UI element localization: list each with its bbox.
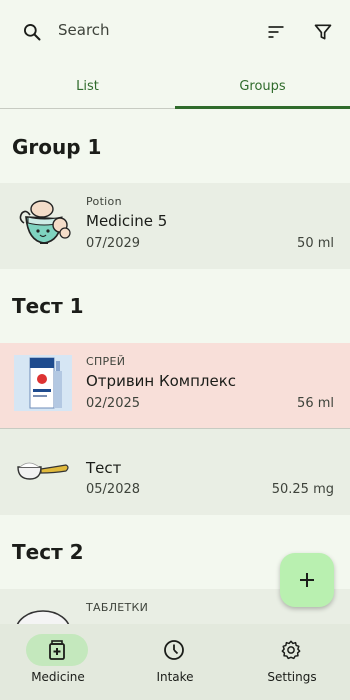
filter-button[interactable]	[303, 12, 343, 52]
group-title: Group 1	[12, 135, 102, 159]
tab-groups[interactable]: Groups	[175, 64, 350, 108]
nav-label: Intake	[156, 670, 194, 684]
potion-image	[19, 200, 71, 244]
nav-label: Settings	[267, 670, 317, 684]
tablet-image	[16, 610, 70, 625]
nav-icon-holder	[143, 634, 205, 666]
medicine-expiry: 07/2029	[86, 236, 141, 251]
medicine-card-expired[interactable]: СПРЕЙ Отривин Комплекс 02/2025 56 ml	[0, 343, 350, 429]
medicine-form: СПРЕЙ	[86, 355, 126, 368]
medicine-amount: 56 ml	[297, 396, 334, 411]
search-icon	[24, 24, 41, 41]
medicine-expiry: 02/2025	[86, 396, 141, 411]
nav-item-intake[interactable]: Intake	[117, 624, 233, 700]
medicine-form: ТАБЛЕТКИ	[86, 601, 149, 614]
top-app-bar: Search	[0, 0, 350, 64]
tab-list[interactable]: List	[0, 64, 175, 108]
group-title: Тест 1	[12, 294, 84, 318]
nav-item-medicine[interactable]: Medicine	[0, 624, 116, 700]
sort-icon	[268, 26, 284, 38]
medicine-form: Potion	[86, 195, 122, 208]
nav-label: Medicine	[31, 670, 85, 684]
sort-button[interactable]	[256, 12, 296, 52]
gear-icon	[281, 640, 301, 660]
search-button[interactable]	[12, 12, 52, 52]
add-medicine-button[interactable]	[280, 553, 334, 607]
search-input[interactable]: Search	[58, 21, 110, 39]
nav-icon-holder	[260, 634, 322, 666]
bottom-navigation: Medicine Intake Settings	[0, 624, 350, 700]
medicine-name: Тест	[86, 459, 122, 477]
medicine-card[interactable]: Тест 05/2028 50.25 mg	[0, 429, 350, 515]
tab-bar: List Groups	[0, 64, 350, 109]
medicine-amount: 50.25 mg	[271, 482, 334, 497]
group-title: Тест 2	[12, 540, 84, 564]
medicine-box-icon	[49, 640, 65, 660]
filter-icon	[314, 24, 332, 40]
nav-active-indicator	[26, 634, 88, 666]
medicine-card[interactable]: Potion Medicine 5 07/2029 50 ml	[0, 183, 350, 269]
medicine-name: Отривин Комплекс	[86, 372, 237, 390]
nav-item-settings[interactable]: Settings	[234, 624, 350, 700]
spray-box-image	[14, 355, 72, 411]
groups-list[interactable]: Group 1 Potion Medicine 5 07/2029 50 ml …	[0, 109, 350, 625]
clock-icon	[164, 640, 184, 660]
spoon-image	[17, 462, 69, 480]
medicine-expiry: 05/2028	[86, 482, 141, 497]
add-icon	[300, 573, 314, 587]
medicine-amount: 50 ml	[297, 236, 334, 251]
medicine-name: Medicine 5	[86, 212, 168, 230]
